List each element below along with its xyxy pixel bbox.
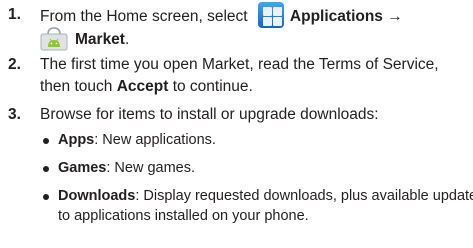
step-3-text: Browse for items to install or upgrade d… bbox=[40, 106, 379, 123]
bullet-desc: : Display requested downloads, plus avai… bbox=[135, 188, 473, 204]
applications-label: Applications → bbox=[289, 8, 403, 26]
step-number: 1. bbox=[8, 6, 21, 23]
step-text: From the Home screen, select bbox=[40, 8, 252, 26]
bullet-dot bbox=[43, 166, 49, 172]
bullet-term: Games bbox=[58, 160, 107, 176]
step-1-line-1: From the Home screen, select Application… bbox=[40, 2, 469, 28]
applications-grid-icon bbox=[257, 2, 284, 28]
bullet-term: Downloads bbox=[58, 188, 136, 204]
step-text: to continue. bbox=[168, 78, 253, 95]
step-2-line-1: The first time you open Market, read the… bbox=[40, 56, 439, 73]
step-1-line-2: Market. bbox=[40, 27, 469, 51]
bullet-dot bbox=[43, 194, 49, 200]
step-2-line-2: then touch Accept to continue. bbox=[40, 76, 469, 98]
market-label: Market bbox=[75, 31, 125, 49]
step-number: 3. bbox=[8, 106, 21, 123]
accept-label: Accept bbox=[116, 78, 169, 95]
step-text: then touch bbox=[40, 78, 117, 95]
market-shopping-bag-icon bbox=[40, 27, 68, 51]
step-body: Browse for items to install or upgrade d… bbox=[40, 104, 469, 126]
step-text-period: . bbox=[124, 31, 130, 49]
bullet-desc: : New applications. bbox=[94, 132, 216, 148]
step-body: The first time you open Market, read the… bbox=[40, 54, 469, 98]
instruction-document: 1. From the Home screen, select Applicat… bbox=[0, 0, 473, 248]
bullet-term: Apps bbox=[58, 132, 95, 148]
step-body: From the Home screen, select Application… bbox=[40, 2, 469, 51]
bullet-desc-continued: to applications installed on your phone. bbox=[58, 208, 309, 224]
step-number: 2. bbox=[8, 56, 21, 73]
bullet-dot bbox=[43, 138, 49, 144]
bullet-desc: : New games. bbox=[106, 160, 196, 176]
